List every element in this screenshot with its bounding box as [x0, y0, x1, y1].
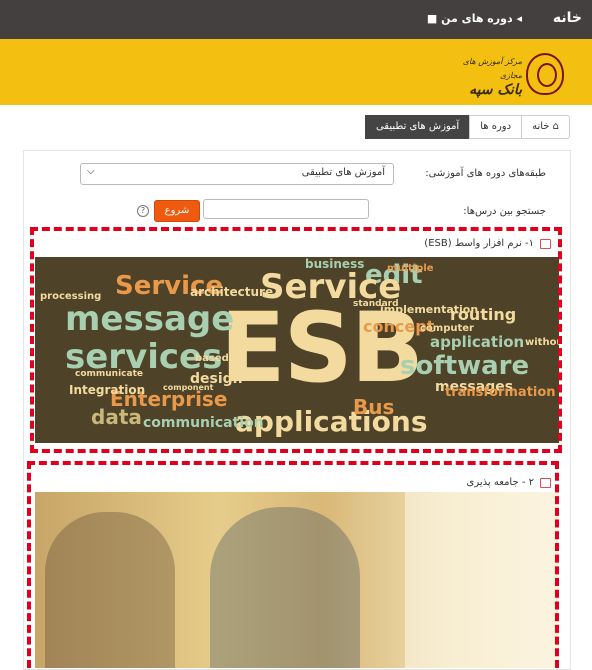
person-center: [210, 507, 360, 668]
book-icon: [540, 239, 551, 249]
wordcloud-word: applications: [235, 405, 428, 438]
bank-sepah-emblem-icon: [526, 53, 564, 95]
wordcloud-word: Bus: [353, 395, 395, 419]
breadcrumb: ⌂ خانه دوره ها آموزش های تطبیقی: [364, 115, 570, 139]
book-icon: [540, 478, 551, 488]
wordcloud-word: software: [400, 351, 530, 381]
wordcloud-word: communication: [143, 415, 264, 431]
person-left: [45, 512, 175, 668]
wordcloud-word: Integration: [69, 383, 146, 397]
nav-my-courses-label: دوره های من: [441, 12, 513, 25]
home-icon: ⌂: [552, 121, 559, 132]
course-image-esb[interactable]: ESB Service message services application…: [35, 257, 559, 443]
breadcrumb-courses[interactable]: دوره ها: [469, 115, 523, 139]
wordcloud-word: application: [430, 333, 525, 351]
category-filter-label: طبقه‌های دوره های آموزشی:: [425, 168, 546, 179]
course-title[interactable]: ۲ - جامعه پذیری: [467, 477, 534, 488]
nav-home-link[interactable]: خانه: [553, 10, 582, 26]
search-input[interactable]: [203, 199, 369, 219]
wordcloud-word: communicate: [75, 369, 143, 379]
wordcloud-word: business: [305, 257, 365, 271]
window-light: [405, 492, 559, 668]
wordcloud-word: transformation: [445, 385, 556, 400]
wordcloud-word: computer: [420, 323, 474, 334]
help-icon[interactable]: ?: [137, 205, 149, 217]
wordcloud-word: standard: [353, 299, 399, 309]
chevron-down-icon: ⌵: [87, 166, 95, 177]
wordcloud-word: multiple: [387, 263, 434, 274]
top-navbar: خانه ◂ دوره های من ■: [0, 0, 592, 39]
nav-my-courses-menu[interactable]: ◂ دوره های من ■: [427, 12, 522, 25]
search-label: جستجو بین درس‌ها:: [463, 206, 546, 217]
search-start-button[interactable]: شروع: [154, 200, 200, 222]
course-image-socialization[interactable]: [35, 492, 559, 668]
category-select[interactable]: آموزش های تطبیقی ⌵: [80, 163, 394, 185]
breadcrumb-home[interactable]: ⌂ خانه: [521, 115, 570, 139]
wordcloud-word: component: [163, 383, 214, 392]
logo-line2: بانک سپه: [469, 82, 522, 98]
course-title[interactable]: ۱- نرم افزار واسط (ESB): [424, 238, 534, 249]
wordcloud-word: processing: [40, 291, 102, 302]
wordcloud-word: data: [91, 405, 142, 429]
category-select-value: آموزش های تطبیقی: [301, 167, 385, 178]
breadcrumb-current: آموزش های تطبیقی: [364, 115, 471, 139]
wordcloud-word: architecture: [190, 285, 274, 299]
wordcloud-word: based: [195, 353, 229, 364]
brand-logo[interactable]: مرکز آموزش های مجازی بانک سپه: [462, 55, 522, 97]
wordcloud-word: message: [65, 299, 235, 339]
briefcase-icon: ■: [426, 12, 438, 25]
wordcloud-word: without: [525, 337, 559, 348]
logo-line1: مرکز آموزش های مجازی: [462, 57, 522, 80]
caret-left-icon: ◂: [516, 12, 522, 25]
